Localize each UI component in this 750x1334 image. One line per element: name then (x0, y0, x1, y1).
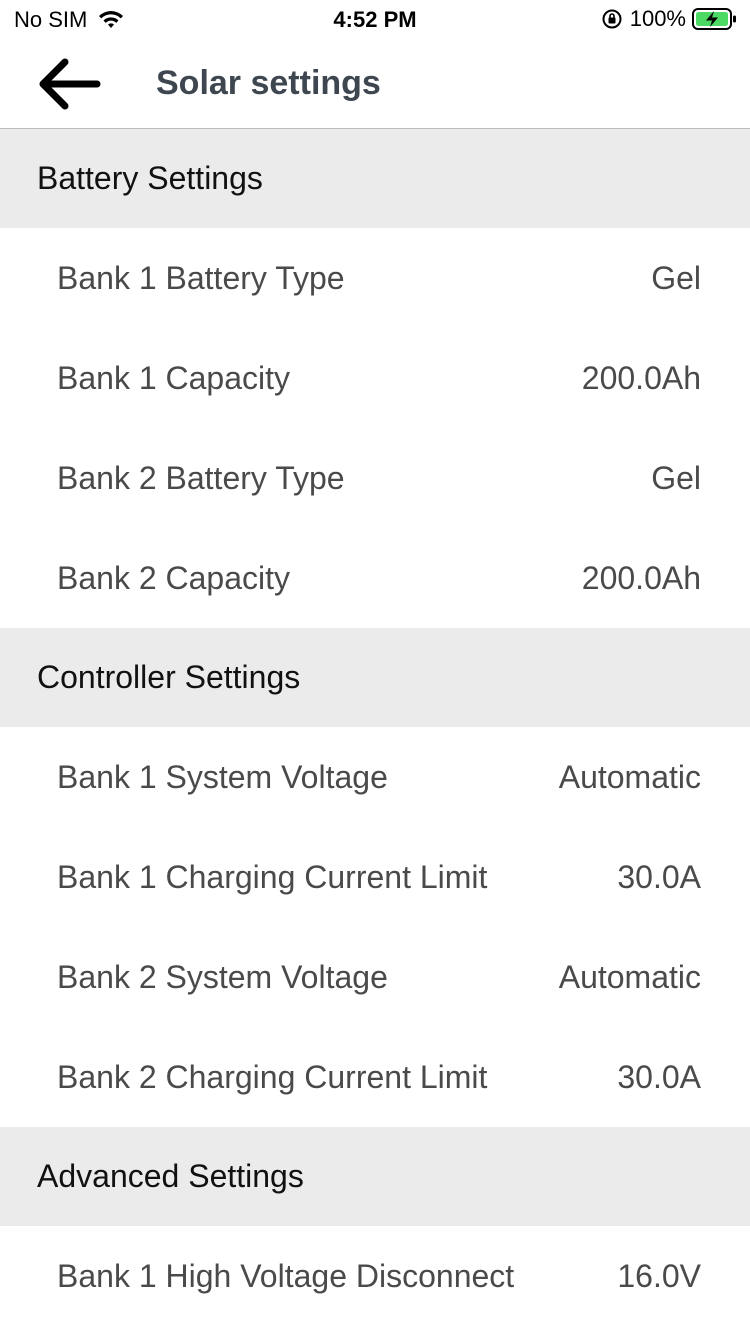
back-button[interactable] (30, 50, 106, 118)
section-header-controller-settings: Controller Settings (0, 628, 750, 727)
navigation-bar: Solar settings (0, 40, 750, 129)
setting-row-bank2-system-voltage[interactable]: Bank 2 System Voltage Automatic (0, 927, 750, 1027)
setting-label: Bank 1 Charging Current Limit (57, 858, 488, 895)
status-right: 100% (600, 6, 738, 32)
setting-label: Bank 1 System Voltage (57, 758, 388, 795)
setting-label: Bank 2 Battery Type (57, 459, 345, 496)
settings-list: Battery Settings Bank 1 Battery Type Gel… (0, 129, 750, 1326)
page-title: Solar settings (156, 64, 381, 102)
setting-value: 200.0Ah (581, 359, 701, 396)
status-bar: No SIM 4:52 PM 100% (0, 0, 750, 40)
setting-row-bank1-high-voltage-disconnect[interactable]: Bank 1 High Voltage Disconnect 16.0V (0, 1226, 750, 1326)
setting-value: 30.0A (617, 858, 701, 895)
setting-value: Automatic (558, 758, 701, 795)
setting-label: Bank 2 Capacity (57, 559, 291, 596)
setting-row-bank2-battery-type[interactable]: Bank 2 Battery Type Gel (0, 428, 750, 528)
battery-percent: 100% (629, 6, 686, 31)
setting-value: 30.0A (617, 1058, 701, 1095)
setting-row-bank1-system-voltage[interactable]: Bank 1 System Voltage Automatic (0, 727, 750, 827)
setting-label: Bank 1 Battery Type (57, 259, 345, 296)
arrow-left-icon (39, 58, 101, 110)
setting-row-bank2-charging-current-limit[interactable]: Bank 2 Charging Current Limit 30.0A (0, 1027, 750, 1127)
section-header-advanced-settings: Advanced Settings (0, 1127, 750, 1226)
setting-label: Bank 2 Charging Current Limit (57, 1058, 488, 1095)
setting-row-bank1-capacity[interactable]: Bank 1 Capacity 200.0Ah (0, 328, 750, 428)
setting-label: Bank 1 Capacity (57, 359, 291, 396)
setting-value: 16.0V (617, 1257, 701, 1294)
setting-value: Gel (651, 459, 701, 496)
setting-row-bank1-charging-current-limit[interactable]: Bank 1 Charging Current Limit 30.0A (0, 827, 750, 927)
orientation-lock-icon (602, 9, 622, 29)
setting-row-bank2-capacity[interactable]: Bank 2 Capacity 200.0Ah (0, 528, 750, 628)
battery-charging-icon (692, 8, 736, 30)
setting-label: Bank 2 System Voltage (57, 958, 388, 995)
setting-value: Gel (651, 259, 701, 296)
setting-row-bank1-battery-type[interactable]: Bank 1 Battery Type Gel (0, 228, 750, 328)
section-header-battery-settings: Battery Settings (0, 129, 750, 228)
setting-label: Bank 1 High Voltage Disconnect (57, 1257, 515, 1294)
setting-value: Automatic (558, 958, 701, 995)
setting-value: 200.0Ah (581, 559, 701, 596)
